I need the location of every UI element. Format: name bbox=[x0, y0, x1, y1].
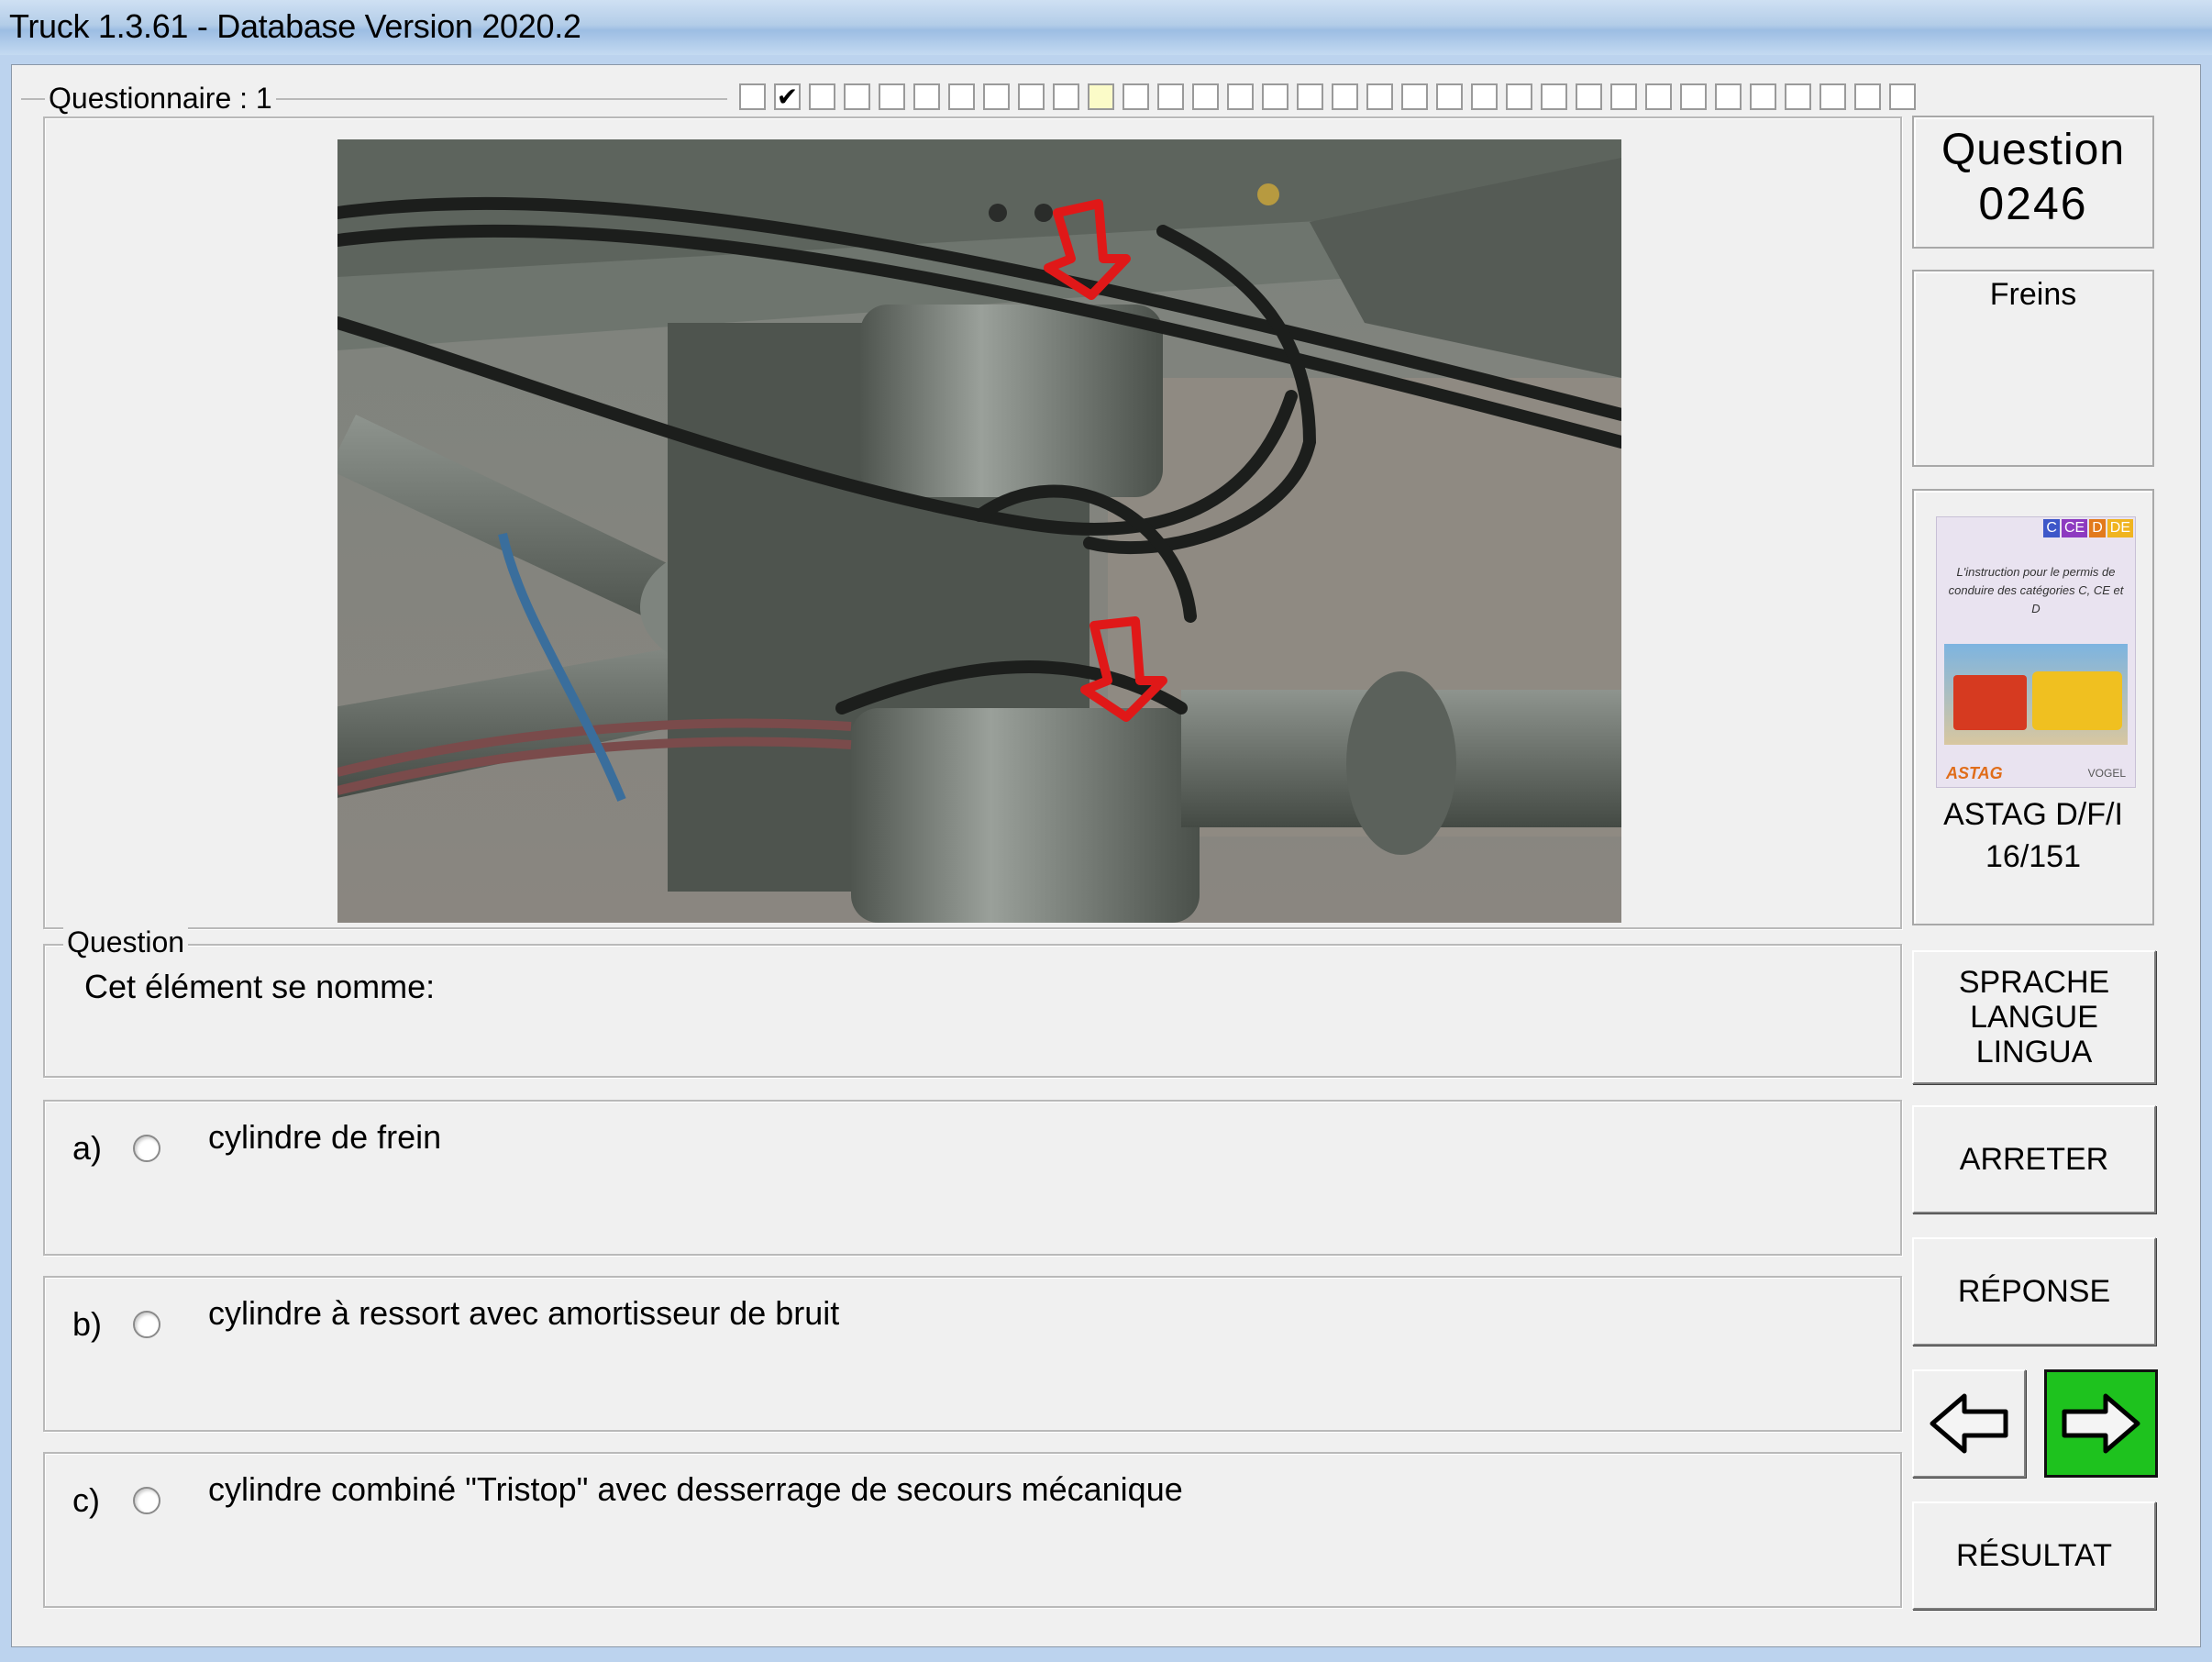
category-label: Freins bbox=[1989, 277, 2077, 312]
progress-cell[interactable] bbox=[1889, 83, 1916, 110]
progress-cell[interactable] bbox=[1297, 83, 1323, 110]
answer-text: cylindre de frein bbox=[208, 1118, 442, 1156]
language-label-fr: LANGUE bbox=[1970, 1000, 2098, 1035]
answer-letter: b) bbox=[72, 1305, 103, 1343]
badge-de: DE bbox=[2107, 519, 2133, 537]
question-number-box: Question 0246 bbox=[1912, 116, 2154, 249]
title-bar: Truck 1.3.61 - Database Version 2020.2 bbox=[0, 0, 2212, 55]
answer-button[interactable]: RÉPONSE bbox=[1912, 1237, 2156, 1346]
book-reference-box: C CE D DE L'instruction pour le permis d… bbox=[1912, 489, 2154, 925]
book-page: 16/151 bbox=[1985, 839, 2081, 874]
progress-cell[interactable] bbox=[1715, 83, 1742, 110]
progress-cell[interactable] bbox=[1157, 83, 1184, 110]
answer-radio-b[interactable] bbox=[133, 1311, 160, 1338]
next-button[interactable] bbox=[2044, 1369, 2158, 1478]
answer-radio-a[interactable] bbox=[133, 1135, 160, 1162]
answer-text: cylindre à ressort avec amortisseur de b… bbox=[208, 1294, 840, 1332]
question-text: Cet élément se nomme: bbox=[84, 968, 436, 1005]
progress-cell[interactable] bbox=[1750, 83, 1776, 110]
client-area: Questionnaire : 1 ✔ Question 0246 Freins… bbox=[11, 64, 2201, 1647]
answer-option-a[interactable]: a) cylindre de frein bbox=[43, 1100, 1902, 1256]
progress-cell[interactable] bbox=[879, 83, 905, 110]
progress-cell[interactable] bbox=[1506, 83, 1532, 110]
progress-cell[interactable] bbox=[1262, 83, 1288, 110]
book-category-badges: C CE D DE bbox=[2043, 519, 2133, 537]
progress-cell[interactable] bbox=[1088, 83, 1114, 110]
book-brand-logo: ASTAG bbox=[1946, 764, 2003, 782]
category-box: Freins bbox=[1912, 270, 2154, 467]
main-window: Questionnaire : 1 ✔ Question 0246 Freins… bbox=[0, 55, 2212, 1662]
progress-cell[interactable] bbox=[1471, 83, 1498, 110]
book-cover: C CE D DE L'instruction pour le permis d… bbox=[1936, 516, 2136, 788]
progress-cell[interactable] bbox=[1436, 83, 1463, 110]
progress-cell[interactable] bbox=[1401, 83, 1428, 110]
book-cover-image bbox=[1944, 644, 2128, 745]
progress-cell[interactable] bbox=[739, 83, 766, 110]
book-title: ASTAG D/F/I bbox=[1943, 797, 2123, 832]
progress-cell[interactable] bbox=[1123, 83, 1149, 110]
checkmark-icon: ✔ bbox=[776, 83, 799, 111]
answer-option-b[interactable]: b) cylindre à ressort avec amortisseur d… bbox=[43, 1276, 1902, 1432]
progress-cell[interactable] bbox=[1332, 83, 1358, 110]
badge-ce: CE bbox=[2061, 519, 2088, 537]
progress-cell[interactable] bbox=[1053, 83, 1079, 110]
language-button[interactable]: SPRACHE LANGUE LINGUA bbox=[1912, 950, 2156, 1084]
progress-cell[interactable]: ✔ bbox=[774, 83, 801, 110]
badge-d: D bbox=[2089, 519, 2106, 537]
progress-cell[interactable] bbox=[948, 83, 975, 110]
answer-option-c[interactable]: c) cylindre combiné "Tristop" avec desse… bbox=[43, 1452, 1902, 1608]
previous-button[interactable] bbox=[1912, 1369, 2026, 1478]
progress-cell[interactable] bbox=[913, 83, 940, 110]
question-number-value: 0246 bbox=[1978, 178, 2088, 229]
progress-cell[interactable] bbox=[1366, 83, 1393, 110]
window-title: Truck 1.3.61 - Database Version 2020.2 bbox=[9, 7, 581, 45]
truck-chassis-illustration bbox=[337, 139, 1621, 923]
questionnaire-label: Questionnaire : 1 bbox=[45, 82, 276, 115]
progress-cell[interactable] bbox=[1018, 83, 1045, 110]
question-group bbox=[43, 944, 1902, 1078]
question-number-label: Question bbox=[1941, 126, 2126, 174]
arrow-left-icon bbox=[1930, 1393, 2008, 1454]
question-progress-bar: ✔ bbox=[739, 83, 1916, 110]
answer-letter: c) bbox=[72, 1481, 100, 1519]
question-legend: Question bbox=[63, 925, 189, 958]
progress-cell[interactable] bbox=[1227, 83, 1254, 110]
book-publisher-logo: VOGEL bbox=[2087, 767, 2126, 780]
progress-cell[interactable] bbox=[1192, 83, 1219, 110]
progress-cell[interactable] bbox=[1854, 83, 1881, 110]
progress-cell[interactable] bbox=[1610, 83, 1637, 110]
result-button[interactable]: RÉSULTAT bbox=[1912, 1501, 2156, 1610]
stop-button[interactable]: ARRETER bbox=[1912, 1105, 2156, 1213]
progress-cell[interactable] bbox=[844, 83, 870, 110]
bus-icon bbox=[2032, 671, 2122, 730]
truck-icon bbox=[1953, 675, 2027, 730]
language-label-it: LINGUA bbox=[1975, 1035, 2093, 1069]
answer-text: cylindre combiné "Tristop" avec desserra… bbox=[208, 1470, 1183, 1508]
answer-radio-c[interactable] bbox=[133, 1487, 160, 1514]
progress-cell[interactable] bbox=[983, 83, 1010, 110]
progress-cell[interactable] bbox=[1576, 83, 1602, 110]
badge-c: C bbox=[2043, 519, 2060, 537]
progress-cell[interactable] bbox=[1785, 83, 1811, 110]
arrow-right-icon bbox=[2062, 1393, 2140, 1454]
answer-letter: a) bbox=[72, 1129, 103, 1167]
progress-cell[interactable] bbox=[809, 83, 835, 110]
progress-cell[interactable] bbox=[1541, 83, 1567, 110]
language-label-de: SPRACHE bbox=[1958, 965, 2110, 1000]
question-photo bbox=[337, 139, 1621, 923]
progress-cell[interactable] bbox=[1819, 83, 1846, 110]
book-cover-text: L'instruction pour le permis de conduire… bbox=[1948, 565, 2124, 615]
progress-cell[interactable] bbox=[1680, 83, 1707, 110]
progress-cell[interactable] bbox=[1645, 83, 1672, 110]
